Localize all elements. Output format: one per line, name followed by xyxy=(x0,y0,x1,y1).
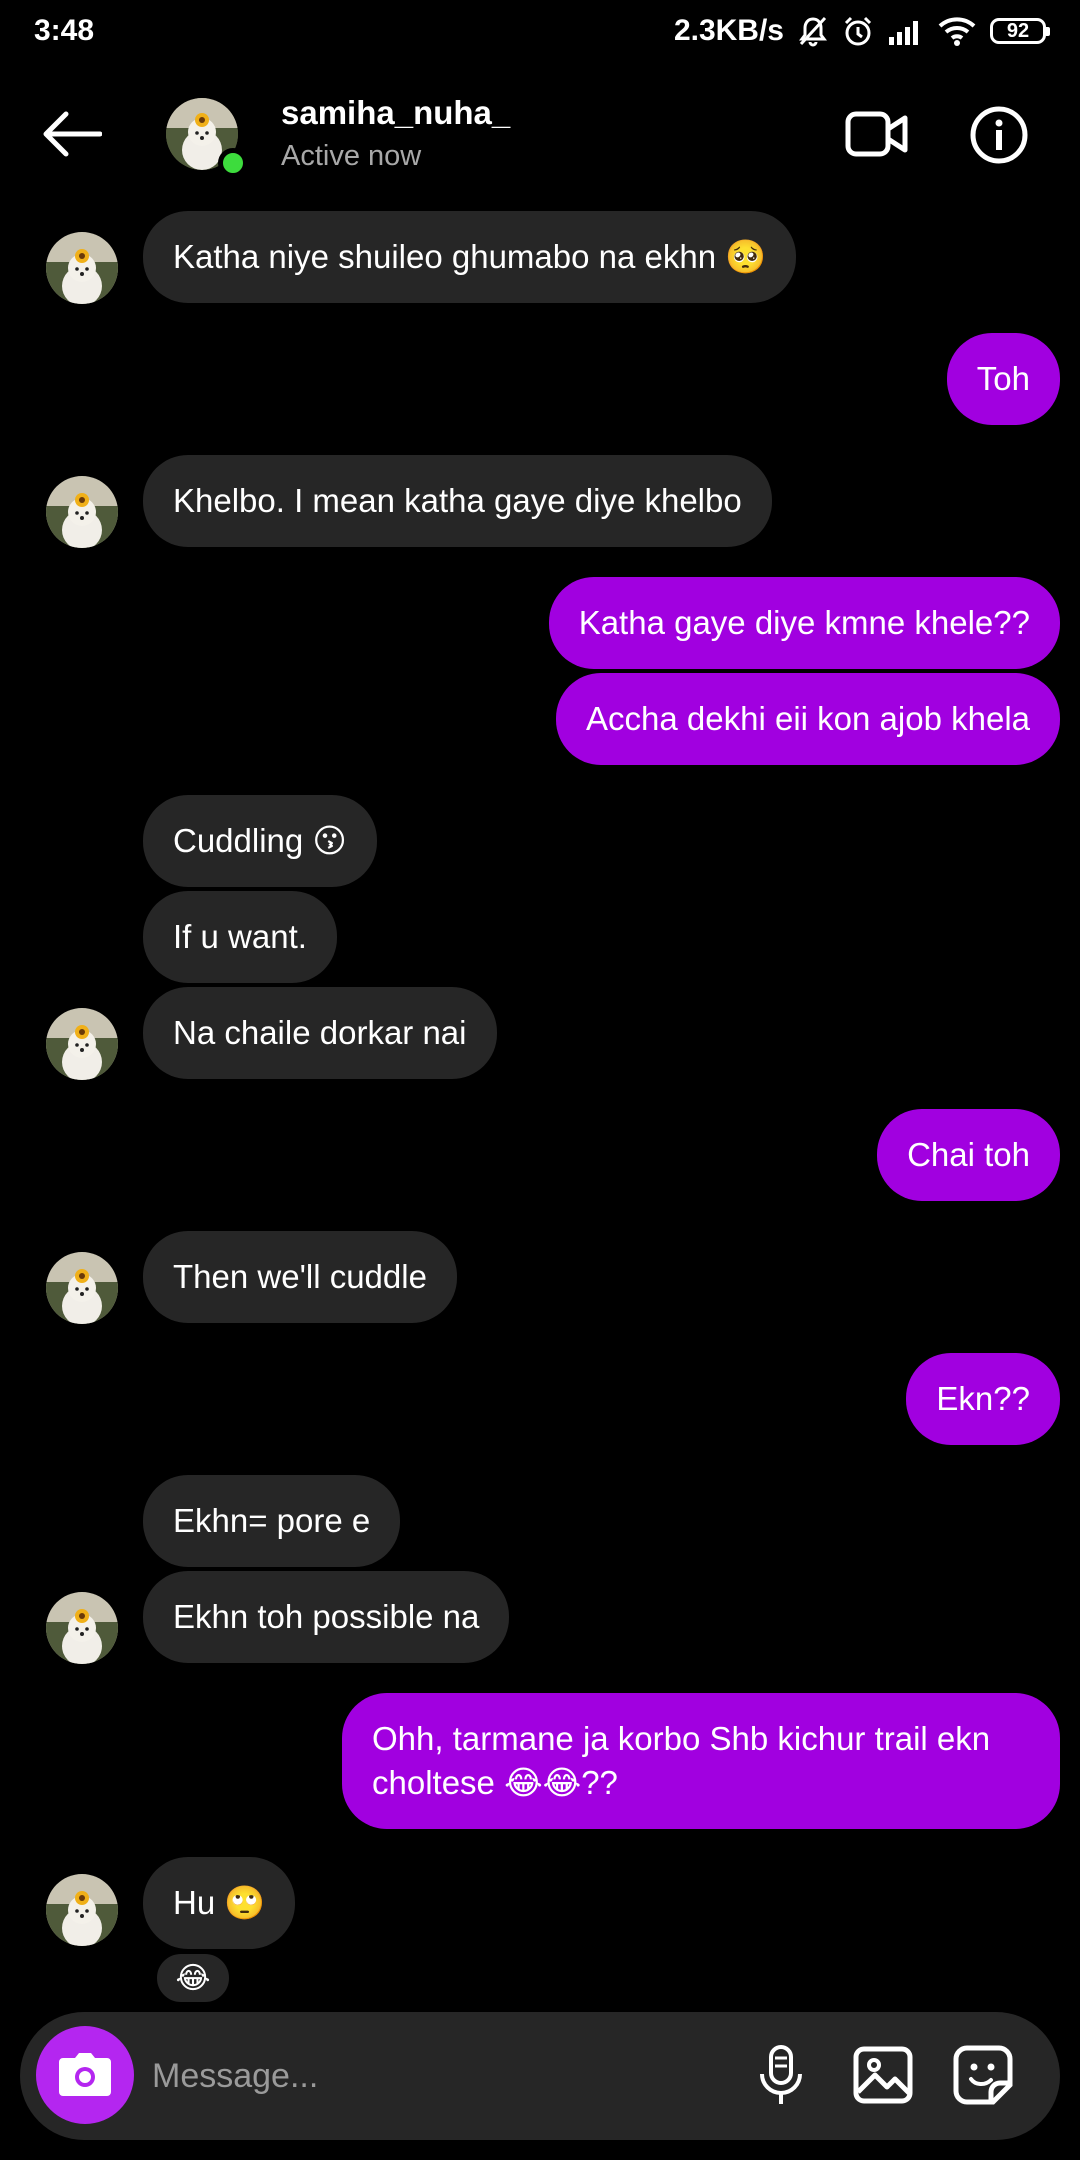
info-icon xyxy=(970,106,1028,164)
alarm-icon xyxy=(842,15,874,47)
message-bubble-outgoing[interactable]: Accha dekhi eii kon ajob khela xyxy=(556,673,1060,765)
voice-message-button[interactable] xyxy=(750,2042,812,2110)
message-bubble-incoming[interactable]: Cuddling 😗 xyxy=(143,795,377,887)
wifi-icon xyxy=(938,16,976,46)
sticker-button[interactable] xyxy=(950,2042,1016,2108)
message-bubble-incoming[interactable]: Katha niye shuileo ghumabo na ekhn 🥺 xyxy=(143,211,797,303)
camera-button[interactable] xyxy=(36,2026,134,2124)
message-reaction[interactable]: 😂 xyxy=(153,1950,233,2006)
message-bubble-outgoing[interactable]: Toh xyxy=(946,333,1060,425)
message-bubble-incoming[interactable]: Na chaile dorkar nai xyxy=(143,987,497,1079)
mute-bell-icon xyxy=(798,15,828,47)
camera-icon xyxy=(59,2053,111,2096)
message-bubble-incoming[interactable]: Hu 🙄 xyxy=(143,1857,296,1949)
gallery-button[interactable] xyxy=(850,2042,916,2108)
gallery-icon xyxy=(853,2046,913,2104)
microphone-icon xyxy=(760,2045,802,2104)
status-time: 3:48 xyxy=(34,14,95,47)
sender-avatar[interactable] xyxy=(46,232,118,304)
sender-avatar[interactable] xyxy=(46,1008,118,1080)
status-bar: 3:48 2.3KB/s 92 xyxy=(0,0,1080,62)
video-call-button[interactable] xyxy=(844,104,910,164)
message-composer xyxy=(20,2012,1060,2140)
message-bubble-outgoing[interactable]: Chai toh xyxy=(877,1109,1060,1201)
network-speed: 2.3KB/s xyxy=(673,14,784,47)
signal-icon xyxy=(888,17,924,45)
sender-avatar[interactable] xyxy=(46,476,118,548)
message-bubble-incoming[interactable]: Then we'll cuddle xyxy=(143,1231,457,1323)
sender-avatar[interactable] xyxy=(46,1592,118,1664)
message-bubble-incoming[interactable]: If u want. xyxy=(143,891,337,983)
sticker-icon xyxy=(953,2045,1013,2105)
back-arrow-icon xyxy=(43,111,102,157)
chat-header: samiha_nuha_ Active now xyxy=(0,80,1080,190)
sender-avatar[interactable] xyxy=(46,1874,118,1946)
battery-indicator: 92 xyxy=(990,18,1050,44)
header-avatar[interactable] xyxy=(166,98,248,178)
back-button[interactable] xyxy=(36,104,108,164)
message-bubble-incoming[interactable]: Khelbo. I mean katha gaye diye khelbo xyxy=(143,455,772,547)
online-indicator xyxy=(218,148,248,178)
video-call-icon xyxy=(845,111,908,157)
message-bubble-outgoing[interactable]: Ohh, tarmane ja korbo Shb kichur trail e… xyxy=(342,1693,1060,1829)
direct-message-screen: 3:48 2.3KB/s 92 samiha_nuha_ Active now … xyxy=(0,0,1080,2160)
message-bubble-outgoing[interactable]: Ekn?? xyxy=(906,1353,1060,1445)
message-bubble-incoming[interactable]: Ekhn toh possible na xyxy=(143,1571,510,1663)
sender-avatar[interactable] xyxy=(46,1252,118,1324)
contact-name[interactable]: samiha_nuha_ xyxy=(281,94,510,132)
status-icons: 2.3KB/s 92 xyxy=(673,14,1050,48)
contact-status: Active now xyxy=(281,140,422,172)
message-bubble-incoming[interactable]: Ekhn= pore e xyxy=(143,1475,401,1567)
message-bubble-outgoing[interactable]: Katha gaye diye kmne khele?? xyxy=(548,577,1060,669)
info-button[interactable] xyxy=(968,104,1030,166)
message-input[interactable] xyxy=(150,2042,714,2110)
